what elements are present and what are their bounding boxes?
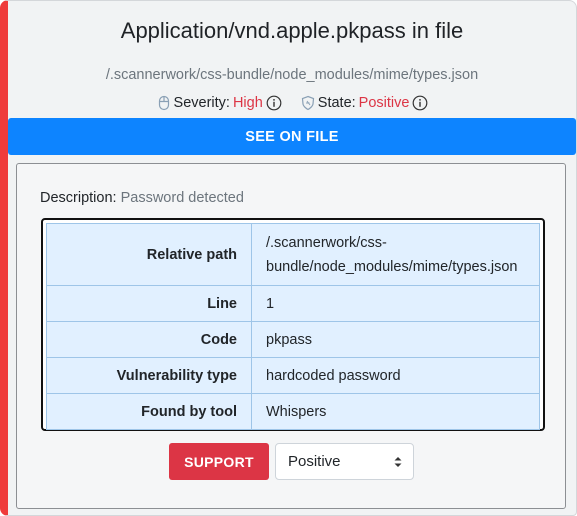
state-select-value: Positive <box>288 453 341 470</box>
mouse-icon <box>156 95 172 111</box>
finding-title: Application/vnd.apple.pkpass in file <box>120 18 464 43</box>
shield-icon <box>300 95 316 111</box>
state-select[interactable]: Positive <box>275 443 414 480</box>
severity-info-icon[interactable] <box>266 95 282 111</box>
relative-path-line-2: bundle/node_modules/mime/types.json <box>266 258 518 275</box>
row-value: /.scannerwork/css- bundle/node_modules/m… <box>251 223 540 286</box>
table-row: Line 1 <box>46 285 540 322</box>
select-caret-icon <box>393 455 403 473</box>
state-group: State: Positive <box>300 95 429 111</box>
support-button[interactable]: SUPPORT <box>169 443 269 480</box>
finding-card: Application/vnd.apple.pkpass in file /.s… <box>0 0 577 516</box>
details-panel: Description: Password detected Relative … <box>16 163 566 509</box>
severity-group: Severity: High <box>156 95 282 111</box>
row-value: 1 <box>251 285 540 322</box>
details-table-wrapper: Relative path /.scannerwork/css- bundle/… <box>41 218 545 431</box>
description-label: Description: <box>40 190 117 206</box>
row-value: pkpass <box>251 321 540 358</box>
details-table: Relative path /.scannerwork/css- bundle/… <box>46 223 540 430</box>
severity-value: High <box>232 95 263 111</box>
relative-path-line-1: /.scannerwork/css- <box>266 234 387 251</box>
row-label: Code <box>46 321 252 358</box>
row-value: hardcoded password <box>251 357 540 394</box>
table-row: Code pkpass <box>46 321 540 358</box>
table-row: Vulnerability type hardcoded password <box>46 357 540 394</box>
row-label: Found by tool <box>46 393 252 430</box>
row-label: Relative path <box>46 223 252 286</box>
state-label: State: <box>317 95 356 111</box>
file-path: /.scannerwork/css-bundle/node_modules/mi… <box>105 67 479 83</box>
state-info-icon[interactable] <box>412 95 428 111</box>
table-row: Relative path /.scannerwork/css- bundle/… <box>46 223 540 286</box>
severity-label: Severity: <box>173 95 230 111</box>
see-on-file-button[interactable]: SEE ON FILE <box>8 118 576 155</box>
row-label: Vulnerability type <box>46 357 252 394</box>
row-value: Whispers <box>251 393 540 430</box>
table-row: Found by tool Whispers <box>46 393 540 430</box>
row-label: Line <box>46 285 252 322</box>
finding-meta: Severity: High State: Positive <box>8 95 576 111</box>
description: Description: Password detected <box>40 190 244 206</box>
description-value: Password detected <box>120 190 244 206</box>
state-value: Positive <box>358 95 410 111</box>
